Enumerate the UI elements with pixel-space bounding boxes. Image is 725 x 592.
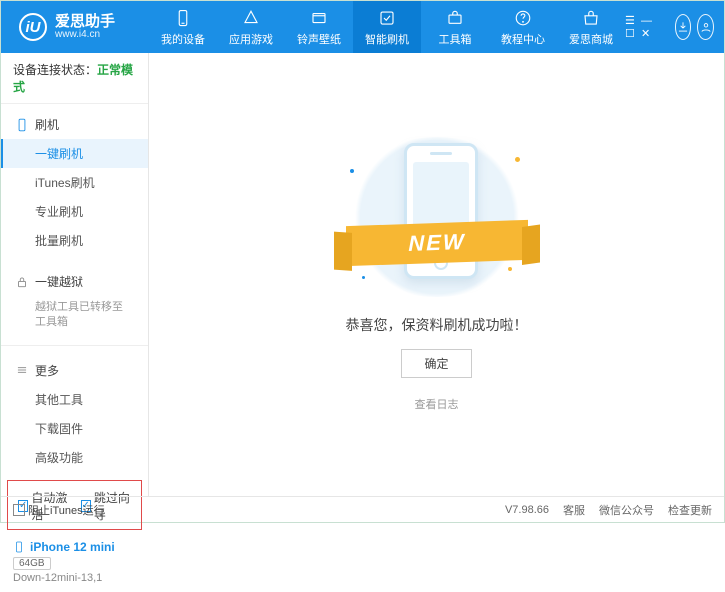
nav-themes[interactable]: 铃声壁纸 bbox=[285, 1, 353, 53]
shop-icon bbox=[581, 8, 601, 28]
nav-label: 我的设备 bbox=[161, 31, 205, 47]
device-icon bbox=[173, 8, 193, 28]
view-log-link[interactable]: 查看日志 bbox=[415, 396, 459, 412]
wechat-link[interactable]: 微信公众号 bbox=[599, 502, 654, 518]
connection-status: 设备连接状态：正常模式 bbox=[1, 53, 148, 104]
sidebar-section-label: 一键越狱 bbox=[35, 273, 83, 290]
sidebar-section-flash[interactable]: 刷机 bbox=[1, 110, 148, 139]
ribbon-text: NEW bbox=[408, 229, 465, 257]
sidebar-item-oneclick-flash[interactable]: 一键刷机 bbox=[1, 139, 148, 168]
success-message: 恭喜您，保资料刷机成功啦！ bbox=[346, 315, 528, 335]
logo-icon: iU bbox=[19, 13, 47, 41]
nav-label: 爱思商城 bbox=[569, 31, 613, 47]
sidebar-section-label: 刷机 bbox=[35, 116, 59, 133]
user-button[interactable] bbox=[697, 14, 714, 40]
nav-help[interactable]: 教程中心 bbox=[489, 1, 557, 53]
nav-apps[interactable]: 应用游戏 bbox=[217, 1, 285, 53]
phone-icon bbox=[13, 541, 25, 553]
app-window: iU 爱思助手 www.i4.cn 我的设备 应用游戏 铃声壁纸 智能刷机 bbox=[0, 0, 725, 523]
app-logo: iU 爱思助手 www.i4.cn bbox=[1, 13, 149, 41]
titlebar: iU 爱思助手 www.i4.cn 我的设备 应用游戏 铃声壁纸 智能刷机 bbox=[1, 1, 724, 53]
ok-button[interactable]: 确定 bbox=[401, 349, 471, 378]
sidebar-item-itunes-flash[interactable]: iTunes刷机 bbox=[1, 168, 148, 197]
sidebar-item-pro-flash[interactable]: 专业刷机 bbox=[1, 197, 148, 226]
connection-label: 设备连接状态： bbox=[13, 63, 97, 77]
nav-label: 铃声壁纸 bbox=[297, 31, 341, 47]
checkbox-label: 阻止iTunes运行 bbox=[28, 502, 105, 518]
nav-label: 应用游戏 bbox=[229, 31, 273, 47]
sidebar-note: 越狱工具已转移至 工具箱 bbox=[1, 296, 148, 335]
sidebar-item-advanced[interactable]: 高级功能 bbox=[1, 443, 148, 472]
sidebar-item-batch-flash[interactable]: 批量刷机 bbox=[1, 226, 148, 255]
sidebar-item-other-tools[interactable]: 其他工具 bbox=[1, 385, 148, 414]
checkbox-block-itunes[interactable]: 阻止iTunes运行 bbox=[13, 502, 105, 518]
device-storage-badge: 64GB bbox=[13, 557, 51, 570]
nav-label: 工具箱 bbox=[439, 31, 472, 47]
nav-shop[interactable]: 爱思商城 bbox=[557, 1, 625, 53]
flash-icon bbox=[377, 8, 397, 28]
sidebar-section-jailbreak[interactable]: 一键越狱 bbox=[1, 267, 148, 296]
sidebar-section-label: 更多 bbox=[35, 362, 59, 379]
apps-icon bbox=[241, 8, 261, 28]
nav-toolbox[interactable]: 工具箱 bbox=[421, 1, 489, 53]
nav-my-device[interactable]: 我的设备 bbox=[149, 1, 217, 53]
top-nav: 我的设备 应用游戏 铃声壁纸 智能刷机 工具箱 教程中心 bbox=[149, 1, 625, 53]
sidebar-section-more[interactable]: 更多 bbox=[1, 356, 148, 385]
flash-section-icon bbox=[15, 118, 29, 132]
nav-flash[interactable]: 智能刷机 bbox=[353, 1, 421, 53]
device-panel[interactable]: iPhone 12 mini 64GB Down-12mini-13,1 bbox=[1, 536, 148, 592]
app-url: www.i4.cn bbox=[55, 29, 115, 41]
more-icon bbox=[15, 363, 29, 377]
nav-label: 智能刷机 bbox=[365, 31, 409, 47]
check-update-link[interactable]: 检查更新 bbox=[668, 502, 712, 518]
device-name: iPhone 12 mini bbox=[13, 540, 136, 554]
help-icon bbox=[513, 8, 533, 28]
download-button[interactable] bbox=[675, 14, 692, 40]
nav-label: 教程中心 bbox=[501, 31, 545, 47]
success-illustration: NEW bbox=[332, 137, 542, 297]
sidebar: 设备连接状态：正常模式 刷机 一键刷机 iTunes刷机 专业刷机 批量刷机 一… bbox=[1, 53, 149, 496]
status-bar: 阻止iTunes运行 V7.98.66 客服 微信公众号 检查更新 bbox=[1, 496, 724, 522]
toolbox-icon bbox=[445, 8, 465, 28]
sidebar-item-download-firmware[interactable]: 下载固件 bbox=[1, 414, 148, 443]
main-content: NEW 恭喜您，保资料刷机成功啦！ 确定 查看日志 bbox=[149, 53, 724, 496]
themes-icon bbox=[309, 8, 329, 28]
version-label: V7.98.66 bbox=[505, 504, 549, 516]
support-link[interactable]: 客服 bbox=[563, 502, 585, 518]
lock-icon bbox=[15, 275, 29, 289]
device-detail: Down-12mini-13,1 bbox=[13, 572, 136, 584]
window-menu-icons[interactable]: ☰ — ☐ ✕ bbox=[625, 14, 661, 40]
window-controls: ☰ — ☐ ✕ bbox=[625, 14, 725, 40]
app-title: 爱思助手 bbox=[55, 14, 115, 29]
